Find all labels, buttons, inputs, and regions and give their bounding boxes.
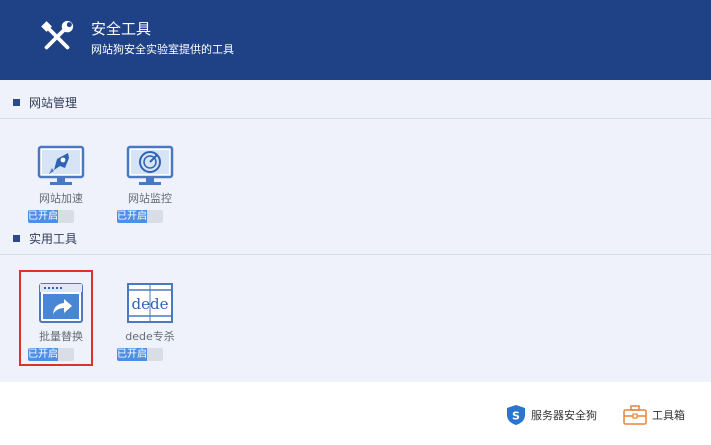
tool-name: 网站监控: [128, 192, 172, 205]
status-label: 已开启: [117, 210, 147, 223]
tool-name: 网站加速: [39, 192, 83, 205]
server-guard-label: 服务器安全狗: [531, 409, 597, 422]
header-subtitle: 网站狗安全实验室提供的工具: [91, 43, 234, 56]
status-label: 已开启: [28, 210, 58, 223]
status-toggle[interactable]: 已开启: [117, 348, 163, 361]
toolbox-link[interactable]: 工具箱: [622, 404, 685, 426]
section-bullet-icon: [13, 99, 20, 106]
tools-icon: [41, 20, 74, 50]
section-header-utility-tools: 实用工具: [0, 225, 711, 255]
section-label: 网站管理: [29, 96, 78, 110]
svg-text:dede: dede: [132, 295, 169, 313]
monitor-radar-icon: [126, 145, 174, 185]
svg-text:S: S: [512, 410, 520, 423]
tools-panel: 网站管理 网站加速 已开启 网站监控 已开启 实用工具 批量替换 已开启 ded…: [0, 80, 711, 382]
status-toggle[interactable]: 已开启: [117, 210, 163, 223]
tool-site-monitor[interactable]: 网站监控 已开启: [115, 144, 185, 230]
status-toggle[interactable]: 已开启: [28, 210, 74, 223]
toolbox-icon: [623, 405, 647, 425]
section-header-site-management: 网站管理: [0, 89, 711, 119]
app-header: 安全工具 网站狗安全实验室提供的工具: [0, 0, 711, 80]
selection-highlight: [19, 270, 93, 366]
section-label: 实用工具: [29, 232, 78, 246]
server-guard-link[interactable]: S 服务器安全狗: [505, 404, 597, 426]
header-title: 安全工具: [91, 20, 152, 38]
rocket-monitor-icon: [37, 145, 85, 185]
section-bullet-icon: [13, 235, 20, 242]
dede-icon: dede: [127, 283, 173, 323]
status-label: 已开启: [117, 348, 147, 361]
tool-dede-kill[interactable]: dede dede专杀 已开启: [115, 282, 185, 368]
tool-name: dede专杀: [125, 330, 175, 343]
shield-s-icon: S: [507, 405, 525, 425]
toolbox-label: 工具箱: [652, 409, 685, 422]
tool-site-acceleration[interactable]: 网站加速 已开启: [26, 144, 96, 230]
